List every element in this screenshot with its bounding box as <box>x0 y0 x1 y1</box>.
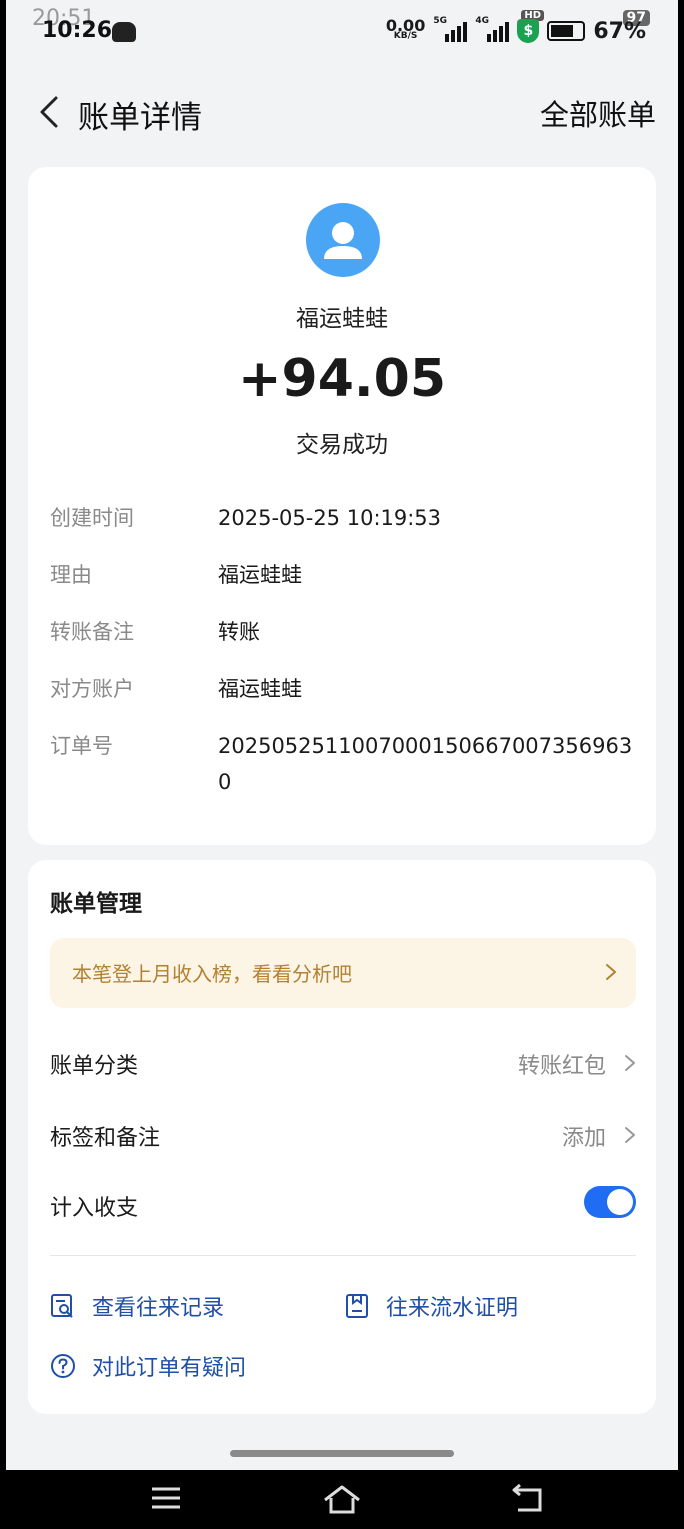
signal-5g-icon: 5G <box>433 16 468 42</box>
system-nav-bar <box>0 1470 684 1529</box>
payee-name: 福运蛙蛙 <box>296 306 388 332</box>
detail-value: 福运蛙蛙 <box>218 677 302 701</box>
menu-icon[interactable] <box>150 1484 182 1512</box>
row-value: 添加 <box>561 1126 606 1151</box>
detail-label: 对方账户 <box>50 677 134 701</box>
nav-bar: 账单详情 全部账单 <box>6 70 678 152</box>
row-label: 账单分类 <box>50 1054 139 1079</box>
back-arrow-icon[interactable] <box>34 94 70 130</box>
chevron-right-icon <box>625 1055 635 1071</box>
detail-label: 订单号 <box>50 734 113 758</box>
link-label: 查看往来记录 <box>92 1296 225 1321</box>
detail-label: 创建时间 <box>50 506 134 530</box>
status-time: 10:26 <box>42 18 113 43</box>
row-value: 转账红包 <box>517 1054 606 1079</box>
include-in-stats-row: 计入收支 <box>50 1184 636 1224</box>
status-bar: 20:51 10:26 HD 97 0.00 KB/S 5G 4G $ 67% <box>6 0 678 56</box>
question-circle-icon <box>51 1354 75 1378</box>
battery-icon <box>547 21 586 41</box>
view-history-link[interactable]: 查看往来记录 <box>50 1290 224 1322</box>
net-speed-value: 0.00 <box>385 16 426 35</box>
link-label: 对此订单有疑问 <box>92 1356 247 1381</box>
status-icons: 0.00 KB/S 5G 4G $ 67% <box>386 14 646 48</box>
section-title: 账单管理 <box>50 891 142 917</box>
detail-label: 转账备注 <box>50 620 134 644</box>
order-question-link[interactable]: 对此订单有疑问 <box>50 1350 246 1382</box>
banner-text: 本笔登上月收入榜，看看分析吧 <box>72 962 352 986</box>
transaction-amount: +94.05 <box>237 349 447 409</box>
statement-proof-link[interactable]: 往来流水证明 <box>344 1290 518 1322</box>
network-speed: 0.00 KB/S <box>385 16 426 42</box>
detail-value: 福运蛙蛙 <box>218 563 302 587</box>
income-rank-banner[interactable]: 本笔登上月收入榜，看看分析吧 <box>50 938 636 1008</box>
page-title: 账单详情 <box>78 100 202 136</box>
all-bills-link[interactable]: 全部账单 <box>540 92 656 134</box>
include-toggle[interactable] <box>584 1186 636 1218</box>
detail-label: 理由 <box>50 563 92 587</box>
detail-value: 转账 <box>218 620 260 644</box>
row-label: 标签和备注 <box>50 1126 161 1151</box>
document-icon <box>346 1294 368 1318</box>
app-notification-icon <box>112 22 136 42</box>
tags-notes-row[interactable]: 标签和备注 添加 <box>50 1114 636 1154</box>
signal-tag: 4G <box>475 16 489 26</box>
shield-icon: $ <box>517 19 540 43</box>
bill-category-row[interactable]: 账单分类 转账红包 <box>50 1042 636 1082</box>
home-icon[interactable] <box>322 1484 362 1516</box>
bill-management-card: 账单管理 本笔登上月收入榜，看看分析吧 账单分类 转账红包 标签和备注 添加 计… <box>28 860 656 1414</box>
detail-row-order-id: 订单号 20250525110070001506670073569630 <box>50 728 640 800</box>
link-label: 往来流水证明 <box>386 1296 519 1321</box>
avatar-icon <box>306 203 380 277</box>
order-id-value[interactable]: 20250525110070001506670073569630 <box>218 728 640 800</box>
detail-row-counterparty: 对方账户 福运蛙蛙 <box>50 671 640 707</box>
divider <box>50 1255 636 1256</box>
detail-row-reason: 理由 福运蛙蛙 <box>50 557 640 593</box>
detail-list: 创建时间 2025-05-25 10:19:53 理由 福运蛙蛙 转账备注 转账… <box>50 500 640 821</box>
transaction-card: 福运蛙蛙 +94.05 交易成功 创建时间 2025-05-25 10:19:5… <box>28 167 656 845</box>
detail-row-note: 转账备注 转账 <box>50 614 640 650</box>
records-search-icon <box>51 1294 73 1318</box>
signal-4g-icon: 4G <box>475 16 510 42</box>
chevron-right-icon <box>606 964 616 980</box>
screen: 20:51 10:26 HD 97 0.00 KB/S 5G 4G $ 67% <box>6 0 678 1470</box>
detail-row-created: 创建时间 2025-05-25 10:19:53 <box>50 500 640 536</box>
battery-percent: 67% <box>593 18 646 44</box>
signal-tag: 5G <box>433 16 447 26</box>
transaction-status: 交易成功 <box>296 432 388 458</box>
chevron-right-icon <box>625 1127 635 1143</box>
detail-value: 2025-05-25 10:19:53 <box>218 506 442 530</box>
back-return-icon[interactable] <box>510 1484 546 1514</box>
row-label: 计入收支 <box>50 1196 139 1221</box>
home-indicator[interactable] <box>230 1450 454 1457</box>
